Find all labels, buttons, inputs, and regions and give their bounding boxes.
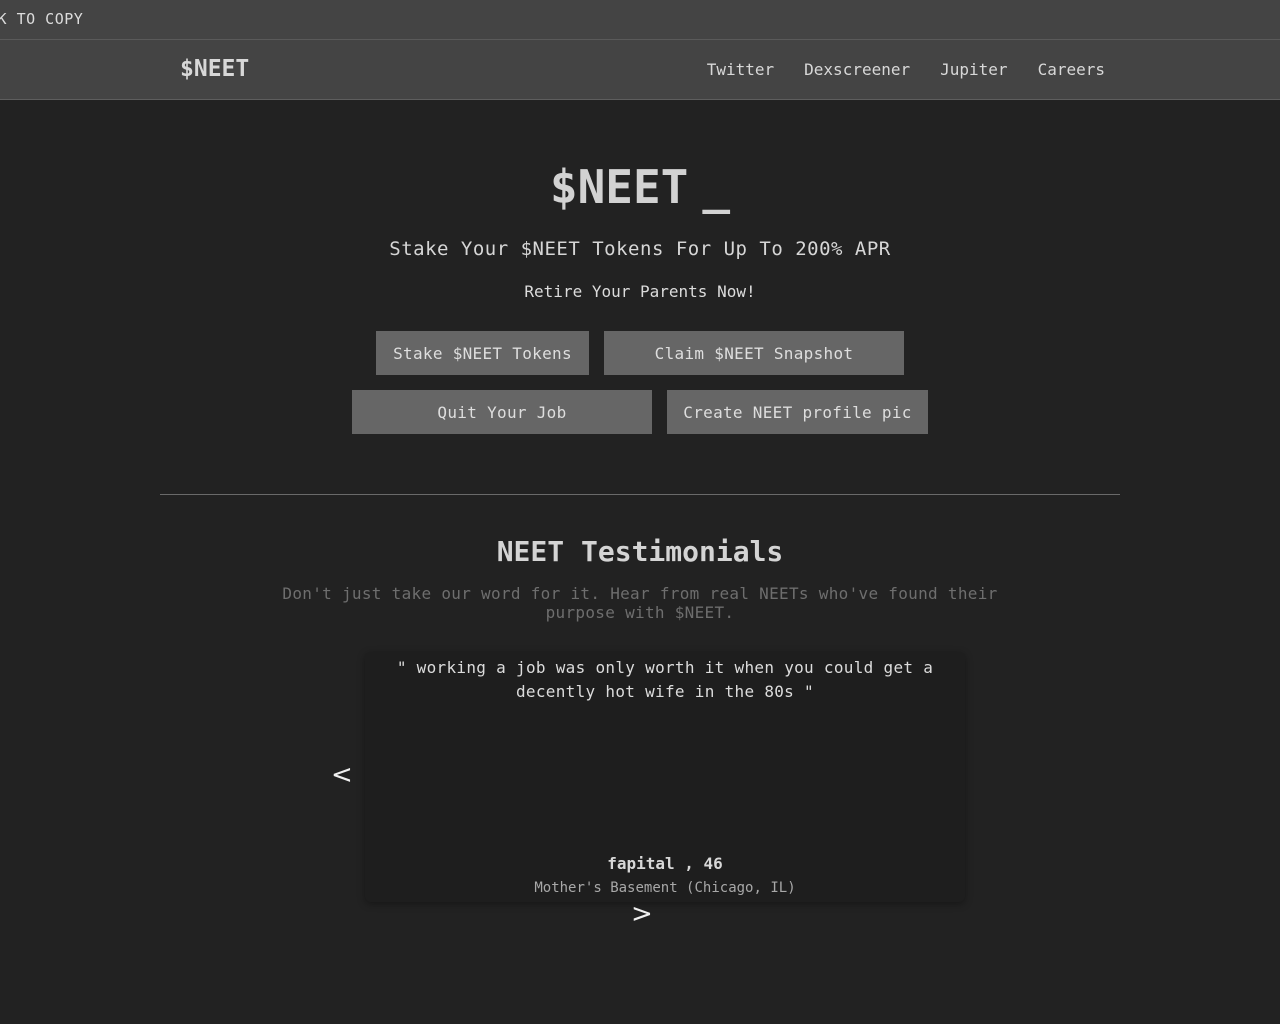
navbar: $NEET Twitter Dexscreener Jupiter Career…	[0, 40, 1280, 100]
testimonial-card: " working a job was only worth it when y…	[365, 652, 965, 902]
create-profile-pic-button[interactable]: Create NEET profile pic	[667, 390, 928, 434]
copy-banner-text: CK TO COPY	[0, 10, 84, 28]
nav-link-twitter[interactable]: Twitter	[707, 60, 774, 79]
copy-banner[interactable]: CK TO COPY	[0, 0, 1280, 40]
nav-links: Twitter Dexscreener Jupiter Careers	[707, 60, 1105, 79]
section-divider	[160, 494, 1120, 495]
hero-tagline: Retire Your Parents Now!	[524, 282, 756, 301]
testimonial-location: Mother's Basement (Chicago, IL)	[534, 880, 796, 896]
typing-cursor: _	[702, 160, 731, 214]
nav-link-careers[interactable]: Careers	[1038, 60, 1105, 79]
testimonials-description: Don't just take our word for it. Hear fr…	[282, 584, 998, 622]
hero-title-text: $NEET	[549, 160, 689, 214]
carousel-prev-button[interactable]: <	[331, 760, 353, 790]
testimonials-title: NEET Testimonials	[496, 535, 784, 568]
hero-title: $NEET _	[0, 160, 1280, 214]
nav-link-dexscreener[interactable]: Dexscreener	[804, 60, 910, 79]
carousel-next-button[interactable]: >	[631, 899, 653, 929]
claim-snapshot-button[interactable]: Claim $NEET Snapshot	[604, 331, 904, 375]
hero-subtitle: Stake Your $NEET Tokens For Up To 200% A…	[389, 238, 891, 260]
nav-link-jupiter[interactable]: Jupiter	[940, 60, 1007, 79]
testimonial-author: fapital , 46	[607, 854, 723, 873]
testimonial-quote: " working a job was only worth it when y…	[396, 658, 934, 701]
brand-logo[interactable]: $NEET	[180, 56, 249, 82]
stake-tokens-button[interactable]: Stake $NEET Tokens	[376, 331, 589, 375]
quit-job-button[interactable]: Quit Your Job	[352, 390, 652, 434]
